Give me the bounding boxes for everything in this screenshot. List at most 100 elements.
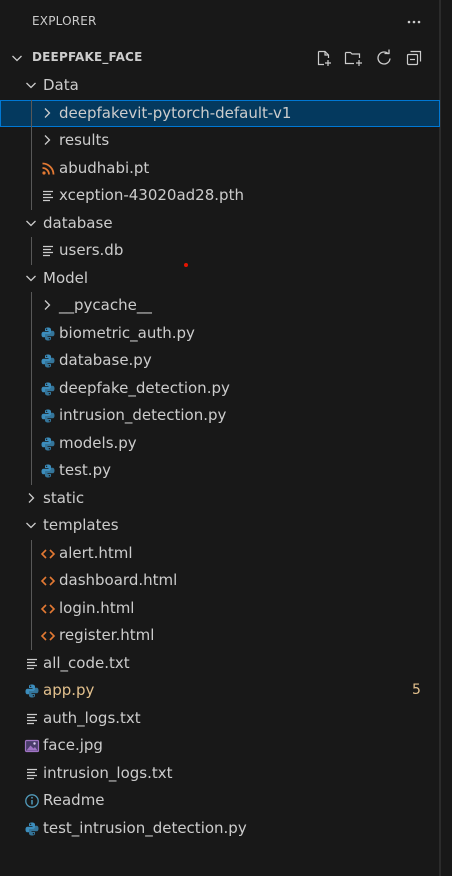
image-icon — [24, 739, 40, 753]
tree-item-label: deepfakevit-pytorch-default-v1 — [59, 103, 292, 122]
tree-item-label: biometric_auth.py — [59, 323, 195, 342]
explorer-title: EXPLORER — [32, 14, 97, 28]
tree-file-row[interactable]: users.db — [0, 237, 440, 265]
tree-file-row[interactable]: dashboard.html — [0, 567, 440, 595]
new-folder-button[interactable] — [342, 47, 366, 69]
tree-file-row[interactable]: auth_logs.txt — [0, 705, 440, 733]
python-icon — [41, 382, 55, 395]
indent-guide — [31, 292, 32, 485]
tree-file-row[interactable]: login.html — [0, 595, 440, 623]
tree-folder-row[interactable]: results — [0, 127, 440, 155]
chevron-down-icon — [12, 55, 22, 62]
chevron-down-icon — [26, 275, 36, 281]
tree-file-row[interactable]: intrusion_logs.txt — [0, 760, 440, 788]
chevron-right-icon — [44, 107, 51, 118]
more-actions-button[interactable] — [402, 10, 426, 34]
tree-file-row[interactable]: biometric_auth.py — [0, 320, 440, 348]
collapse-all-button[interactable] — [402, 47, 426, 69]
tree-folder-row[interactable]: Data — [0, 72, 440, 100]
refresh-button[interactable] — [372, 47, 396, 69]
tree-file-row[interactable]: models.py — [0, 430, 440, 458]
tree-file-row[interactable]: app.py 5 — [0, 677, 440, 705]
tree-item-label: face.jpg — [43, 736, 103, 754]
indent-guide — [31, 237, 32, 265]
python-icon — [41, 437, 55, 450]
text-file-icon — [43, 190, 53, 202]
tree-file-row[interactable]: alert.html — [0, 540, 440, 568]
html-icon — [40, 631, 56, 641]
tree-item-label: deepfake_detection.py — [59, 378, 230, 397]
text-file-icon — [27, 713, 37, 724]
ellipsis-icon — [407, 20, 421, 24]
tree-file-row[interactable]: test_intrusion_detection.py — [0, 815, 440, 843]
text-file-icon — [43, 245, 53, 257]
file-tree: Data deepfakevit-pytorch-default-v1 result… — [0, 72, 440, 842]
html-icon — [40, 548, 56, 559]
chevron-right-icon — [44, 135, 51, 145]
info-icon — [25, 794, 39, 808]
tree-file-row[interactable]: test.py — [0, 457, 440, 485]
tree-file-row[interactable]: Readme — [0, 787, 440, 815]
explorer-header: EXPLORER — [0, 0, 440, 44]
tree-item-label: auth_logs.txt — [43, 708, 141, 727]
tree-item-label: register.html — [59, 626, 155, 644]
new-folder-icon — [344, 51, 362, 66]
python-icon — [41, 409, 55, 423]
tree-item-label: users.db — [59, 241, 124, 259]
chevron-down-icon — [26, 220, 36, 226]
tree-file-row[interactable]: xception-43020ad28.pth — [0, 182, 440, 210]
text-file-icon — [27, 658, 37, 669]
tree-folder-row[interactable]: Model — [0, 265, 440, 293]
workspace-title: DEEPFAKE_FACE — [32, 50, 143, 64]
chevron-right-icon — [44, 300, 51, 310]
indent-guide — [31, 99, 32, 210]
tree-item-label: database — [43, 213, 113, 232]
text-file-icon — [27, 768, 37, 779]
python-icon — [41, 354, 55, 368]
tree-folder-row[interactable]: static — [0, 485, 440, 513]
tree-folder-row[interactable]: deepfakevit-pytorch-default-v1 — [0, 99, 440, 127]
tree-file-row[interactable]: abudhabi.pt — [0, 155, 440, 183]
tree-item-label: dashboard.html — [59, 571, 178, 589]
tree-folder-row[interactable]: __pycache__ — [0, 292, 440, 320]
tree-item-label: login.html — [59, 598, 135, 617]
tree-item-label: templates — [43, 516, 119, 534]
workspace-header[interactable]: DEEPFAKE_FACE — [0, 44, 440, 72]
tree-item-label: abudhabi.pt — [59, 158, 150, 177]
python-icon — [41, 464, 55, 478]
tree-file-row[interactable]: deepfake_detection.py — [0, 375, 440, 403]
new-file-icon — [317, 50, 331, 66]
tree-item-label: results — [59, 131, 110, 149]
tree-item-label: Data — [43, 76, 79, 94]
problems-badge: 5 — [412, 682, 421, 698]
tree-item-label: intrusion_logs.txt — [43, 763, 173, 782]
chevron-down-icon — [26, 82, 36, 89]
tree-folder-row[interactable]: database — [0, 210, 440, 238]
explorer-panel: EXPLORER DEEPFAKE_FACE Data deepfakevit-… — [0, 0, 440, 876]
workspace-actions — [312, 47, 426, 69]
new-file-button[interactable] — [312, 47, 336, 69]
tree-item-label: database.py — [59, 351, 152, 369]
chevron-down-icon — [26, 522, 36, 529]
tree-file-row[interactable]: intrusion_detection.py — [0, 402, 440, 430]
html-icon — [40, 603, 56, 614]
python-icon — [25, 822, 39, 835]
python-icon — [25, 684, 39, 698]
tree-item-label: static — [43, 488, 85, 507]
tree-item-label: Model — [43, 268, 89, 287]
collapse-all-icon — [406, 50, 422, 66]
tree-file-row[interactable]: face.jpg — [0, 732, 440, 760]
rss-icon — [42, 162, 55, 175]
tree-item-label: test_intrusion_detection.py — [43, 818, 247, 837]
html-icon — [40, 576, 56, 586]
tree-file-row[interactable]: register.html — [0, 622, 440, 650]
tree-item-label: alert.html — [59, 543, 133, 562]
refresh-icon — [377, 49, 391, 65]
tree-file-row[interactable]: all_code.txt — [0, 650, 440, 678]
tree-item-label: __pycache__ — [59, 296, 152, 314]
tree-file-row[interactable]: database.py — [0, 347, 440, 375]
python-icon — [41, 327, 55, 340]
chevron-right-icon — [28, 492, 35, 503]
tree-item-label: all_code.txt — [43, 653, 130, 672]
tree-folder-row[interactable]: templates — [0, 512, 440, 540]
